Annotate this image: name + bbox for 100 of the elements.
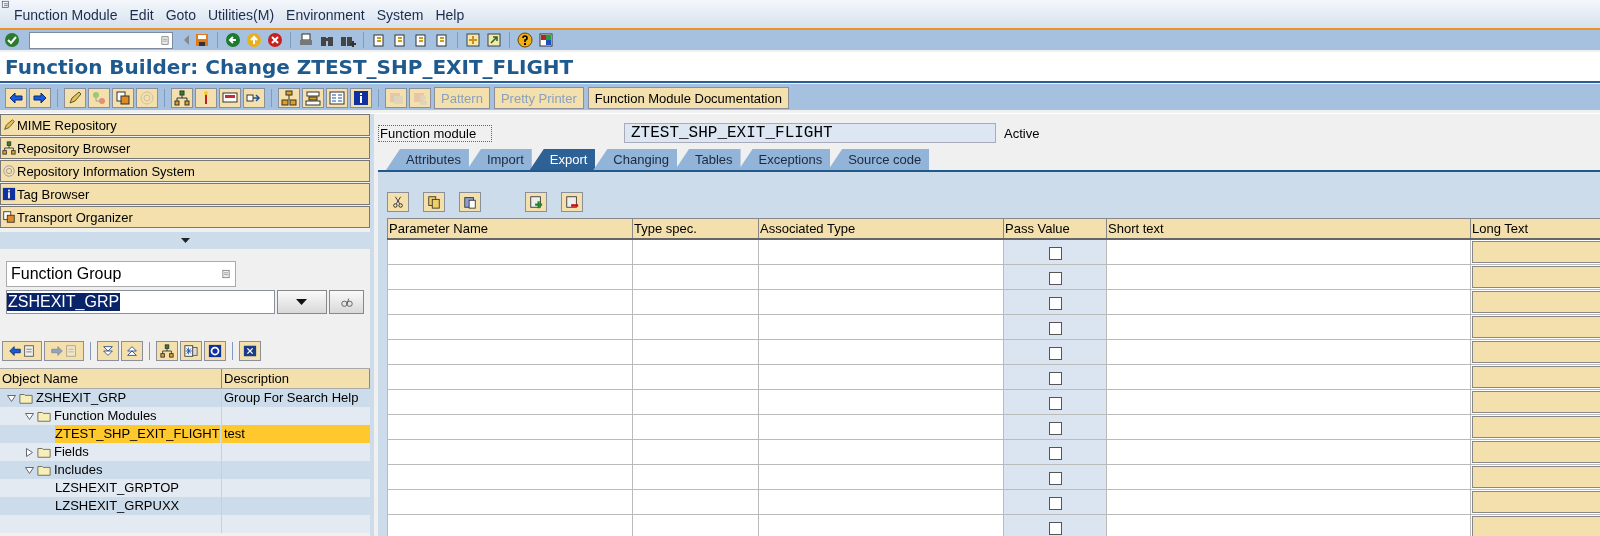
table-cell[interactable]	[387, 264, 633, 290]
table-cell[interactable]	[632, 289, 759, 315]
table-cell[interactable]	[758, 389, 1004, 415]
table-cell[interactable]	[758, 439, 1004, 465]
checkbox[interactable]	[1048, 396, 1062, 410]
long-text-button[interactable]	[1472, 391, 1600, 413]
navigation-button[interactable]: Transport Organizer	[0, 206, 370, 228]
checkbox[interactable]	[1048, 346, 1062, 360]
long-text-button[interactable]	[1472, 366, 1600, 388]
table-cell[interactable]	[1106, 389, 1471, 415]
table-cell[interactable]	[758, 489, 1004, 515]
long-text-button[interactable]	[1472, 241, 1600, 263]
dropdown-button[interactable]	[276, 290, 328, 314]
tab[interactable]: Export	[529, 149, 596, 170]
pencil-button[interactable]	[64, 88, 86, 108]
tab[interactable]: Changing	[593, 149, 677, 170]
table-cell[interactable]	[758, 514, 1004, 536]
table-cell[interactable]	[1106, 339, 1471, 365]
hierarchy-button[interactable]	[171, 88, 193, 108]
display-button[interactable]	[329, 290, 364, 314]
left-triangle-icon[interactable]	[184, 35, 189, 45]
table-cell[interactable]	[632, 239, 759, 265]
left-arrow-button[interactable]	[5, 88, 27, 108]
toolbar-button[interactable]: Function Module Documentation	[587, 87, 789, 109]
expanded-triangle-icon[interactable]	[24, 412, 34, 420]
close-button[interactable]	[239, 341, 261, 361]
table-cell[interactable]	[387, 339, 633, 365]
table-cell[interactable]	[1106, 264, 1471, 290]
checkbox[interactable]	[1048, 271, 1062, 285]
marker-button[interactable]	[195, 88, 217, 108]
navigation-button[interactable]: Repository Browser	[0, 137, 370, 159]
command-field[interactable]	[29, 31, 173, 49]
checkbox[interactable]	[1048, 371, 1062, 385]
table-cell[interactable]	[1106, 239, 1471, 265]
hierarchy-button[interactable]	[278, 88, 300, 108]
tree-node[interactable]: Fields	[54, 443, 89, 461]
navigation-button[interactable]: MIME Repository	[0, 114, 370, 136]
table-cell[interactable]	[1106, 489, 1471, 515]
long-text-button[interactable]	[1472, 416, 1600, 438]
long-text-button[interactable]	[1472, 441, 1600, 463]
stack-button[interactable]	[302, 88, 324, 108]
table-cell[interactable]	[387, 514, 633, 536]
screen-button[interactable]	[219, 88, 241, 108]
refresh-button[interactable]	[204, 341, 226, 361]
table-cell[interactable]	[1106, 314, 1471, 340]
documents-button[interactable]	[112, 88, 134, 108]
checkbox[interactable]	[1048, 246, 1062, 260]
long-text-button[interactable]	[1472, 341, 1600, 363]
table-cell[interactable]	[758, 339, 1004, 365]
menu-item[interactable]: Help	[435, 7, 465, 23]
menu-item[interactable]: Goto	[165, 7, 196, 23]
function-module-field[interactable]: ZTEST_SHP_EXIT_FLIGHT	[624, 123, 996, 143]
table-cell[interactable]	[387, 439, 633, 465]
menu-item[interactable]: Function Module	[14, 7, 118, 23]
table-cell[interactable]	[758, 364, 1004, 390]
long-text-button[interactable]	[1472, 316, 1600, 338]
long-text-button[interactable]	[1472, 516, 1600, 536]
table-cell[interactable]	[632, 464, 759, 490]
previous-object-button[interactable]	[2, 341, 42, 361]
table-cell[interactable]	[387, 489, 633, 515]
checkbox[interactable]	[1048, 471, 1062, 485]
tab[interactable]: Import	[466, 149, 532, 170]
long-text-button[interactable]	[1472, 466, 1600, 488]
table-cell[interactable]	[387, 364, 633, 390]
table-cell[interactable]	[758, 314, 1004, 340]
tab[interactable]: Source code	[828, 149, 930, 170]
long-text-button[interactable]	[1472, 266, 1600, 288]
scissors-button[interactable]	[387, 192, 409, 212]
insert-row-button[interactable]	[525, 192, 547, 212]
menu-item[interactable]: System	[376, 7, 424, 23]
object-type-dropdown[interactable]: Function Group	[6, 261, 236, 287]
table-cell[interactable]	[632, 364, 759, 390]
table-cell[interactable]	[1106, 464, 1471, 490]
table-cell[interactable]	[387, 239, 633, 265]
navigation-button[interactable]: Repository Information System	[0, 160, 370, 182]
flow-button[interactable]	[243, 88, 265, 108]
caret-icon[interactable]	[180, 238, 190, 243]
table-cell[interactable]	[632, 339, 759, 365]
table-cell[interactable]	[387, 414, 633, 440]
checkbox[interactable]	[1048, 496, 1062, 510]
menu-item[interactable]: Edit	[129, 7, 154, 23]
tab[interactable]: Attributes	[386, 149, 469, 170]
right-arrow-button[interactable]	[29, 88, 51, 108]
table-cell[interactable]	[758, 289, 1004, 315]
info-button[interactable]	[350, 88, 372, 108]
collapse-all-button[interactable]	[121, 341, 143, 361]
tree-node[interactable]: Includes	[54, 461, 103, 479]
checkbox[interactable]	[1048, 296, 1062, 310]
table-cell[interactable]	[632, 414, 759, 440]
table-cell[interactable]	[632, 489, 759, 515]
menu-item[interactable]: Environment	[286, 7, 365, 23]
table-cell[interactable]	[758, 264, 1004, 290]
copy-button[interactable]	[423, 192, 445, 212]
table-cell[interactable]	[1106, 514, 1471, 536]
table-cell[interactable]	[387, 389, 633, 415]
tab[interactable]: Tables	[675, 149, 741, 170]
table-cell[interactable]	[387, 314, 633, 340]
tree-node[interactable]: ZSHEXIT_GRP	[36, 389, 127, 407]
expanded-triangle-icon[interactable]	[6, 394, 16, 402]
tree-node[interactable]: ZTEST_SHP_EXIT_FLIGHT	[55, 425, 220, 443]
